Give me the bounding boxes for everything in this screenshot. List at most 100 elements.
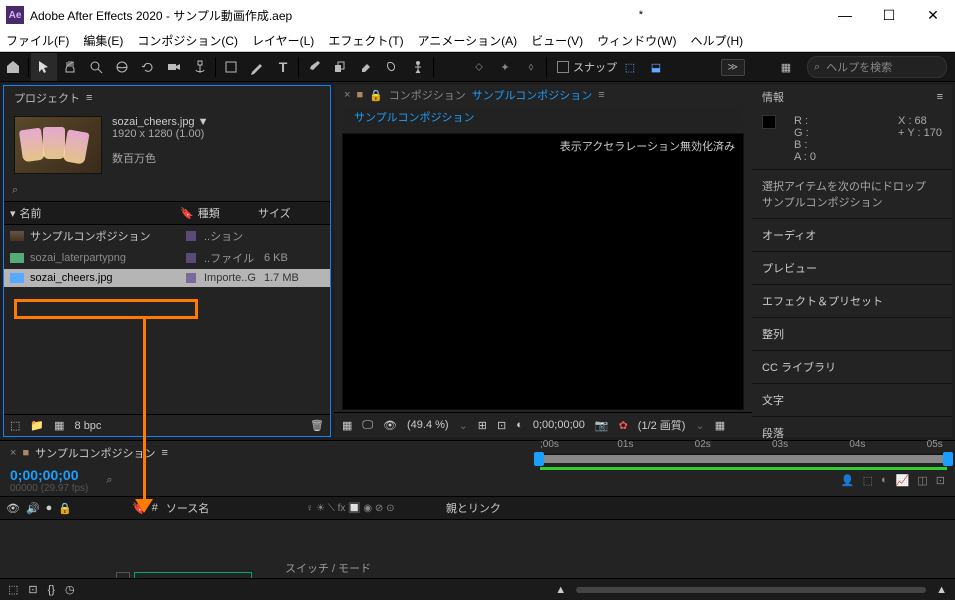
- composition-viewer[interactable]: 表示アクセラレーション無効化済み: [342, 133, 744, 410]
- interpret-icon[interactable]: ⬚: [10, 419, 20, 432]
- snap-options-icon[interactable]: ⬚: [617, 53, 643, 81]
- zoom-tool-icon[interactable]: [83, 53, 109, 81]
- snapshot-icon[interactable]: 📷: [595, 419, 609, 432]
- quality-dropdown[interactable]: (1/2 画質): [638, 417, 686, 433]
- menu-view[interactable]: ビュー(V): [531, 32, 583, 49]
- cclib-panel[interactable]: CC ライブラリ: [752, 351, 952, 384]
- minimize-button[interactable]: —: [823, 0, 867, 30]
- flowchart-tab[interactable]: サンプルコンポジション: [344, 107, 742, 127]
- new-comp-icon[interactable]: ▦: [54, 419, 64, 432]
- maximize-button[interactable]: ☐: [867, 0, 911, 30]
- zoom-in-icon[interactable]: ▲: [936, 584, 947, 596]
- project-item[interactable]: sozai_laterpartypng ..ファイル 6 KB: [4, 247, 330, 269]
- time-ruler[interactable]: ;00s 01s 02s 03s 04s 05s: [540, 439, 947, 455]
- video-col-icon[interactable]: 👁: [6, 502, 20, 515]
- comp-name-link[interactable]: サンプルコンポジション: [472, 87, 592, 103]
- panel-menu-icon[interactable]: ≡: [86, 92, 91, 104]
- solo-col-icon[interactable]: ●: [46, 502, 53, 515]
- eraser-tool-icon[interactable]: [353, 53, 379, 81]
- toolbar-overflow[interactable]: ≫: [721, 59, 745, 76]
- snap-toggle[interactable]: スナップ: [557, 59, 617, 75]
- text-tool-icon[interactable]: T: [270, 53, 296, 81]
- panel-menu-icon[interactable]: ≡: [598, 89, 603, 101]
- bpc-toggle[interactable]: 8 bpc: [75, 420, 102, 432]
- menu-window[interactable]: ウィンドウ(W): [597, 32, 676, 49]
- draft3d-icon[interactable]: ◫: [917, 474, 927, 487]
- close-tab-icon[interactable]: ×: [10, 447, 16, 459]
- audio-col-icon[interactable]: 🔊: [26, 502, 40, 515]
- puppet-tool-icon[interactable]: [405, 53, 431, 81]
- workspace-icon[interactable]: ▦: [773, 53, 799, 81]
- resolution-icon[interactable]: 🖵: [362, 419, 373, 432]
- graph-editor-icon[interactable]: 📈: [896, 474, 910, 487]
- lock-col-icon[interactable]: 🔒: [58, 502, 72, 515]
- timeline-tab[interactable]: サンプルコンポジション: [35, 445, 155, 461]
- render-time-icon[interactable]: ◷: [65, 583, 75, 596]
- menu-composition[interactable]: コンポジション(C): [137, 32, 238, 49]
- toggle-in-out-icon[interactable]: {}: [48, 584, 55, 596]
- project-search-icon[interactable]: ⌕: [12, 184, 18, 197]
- grid-icon[interactable]: ⊡: [497, 419, 506, 432]
- hand-tool-icon[interactable]: [57, 53, 83, 81]
- align-panel[interactable]: 整列: [752, 318, 952, 351]
- source-name-col[interactable]: ソース名: [166, 500, 306, 516]
- panel-menu-icon[interactable]: ≡: [937, 91, 942, 103]
- view-axis-icon[interactable]: ⬨: [518, 53, 544, 81]
- menu-help[interactable]: ヘルプ(H): [691, 32, 744, 49]
- frame-blend-icon[interactable]: ⬚: [863, 474, 873, 487]
- safe-zones-icon[interactable]: ⊞: [478, 419, 487, 432]
- menu-file[interactable]: ファイル(F): [6, 32, 69, 49]
- motion-blur-icon[interactable]: ◐: [881, 474, 888, 487]
- brush-tool-icon[interactable]: [301, 53, 327, 81]
- panel-menu-icon[interactable]: ≡: [162, 447, 167, 459]
- zoom-level[interactable]: (49.4 %): [407, 419, 449, 431]
- sort-icon[interactable]: ▾: [10, 207, 16, 220]
- toggle-modes-icon[interactable]: ⊡: [28, 583, 37, 596]
- close-tab-icon[interactable]: ×: [344, 89, 350, 101]
- rectangle-tool-icon[interactable]: [218, 53, 244, 81]
- zoom-out-icon[interactable]: ▲: [555, 584, 566, 596]
- delete-icon[interactable]: 🗑: [310, 419, 324, 432]
- character-panel[interactable]: 文字: [752, 384, 952, 417]
- roto-tool-icon[interactable]: [379, 53, 405, 81]
- timeline-zoom-slider[interactable]: [576, 587, 926, 593]
- folder-icon[interactable]: 📁: [30, 419, 44, 432]
- current-time[interactable]: 0;00;00;00: [533, 419, 585, 431]
- lock-icon[interactable]: 🔒: [369, 89, 383, 102]
- alpha-icon[interactable]: ▦: [342, 419, 352, 432]
- toggle-switches-icon[interactable]: ⬚: [8, 583, 18, 596]
- help-search[interactable]: ⌕ ヘルプを検索: [807, 56, 947, 78]
- color-mgmt-icon[interactable]: ✿: [619, 419, 628, 432]
- label-col-icon[interactable]: 🔖: [132, 502, 146, 515]
- orbit-tool-icon[interactable]: [109, 53, 135, 81]
- local-axis-icon[interactable]: ⬦: [466, 53, 492, 81]
- menu-effect[interactable]: エフェクト(T): [328, 32, 403, 49]
- view-layout-icon[interactable]: ▦: [715, 419, 725, 432]
- tl-icon[interactable]: ⊡: [936, 474, 945, 487]
- clone-tool-icon[interactable]: [327, 53, 353, 81]
- menu-animation[interactable]: アニメーション(A): [418, 32, 518, 49]
- effects-panel[interactable]: エフェクト＆プリセット: [752, 285, 952, 318]
- preview-panel[interactable]: プレビュー: [752, 252, 952, 285]
- mask-icon[interactable]: 👁: [383, 419, 397, 432]
- selection-tool-icon[interactable]: [31, 53, 57, 81]
- menu-edit[interactable]: 編集(E): [83, 32, 123, 49]
- world-axis-icon[interactable]: ✦: [492, 53, 518, 81]
- project-item[interactable]: サンプルコンポジション ..ション: [4, 225, 330, 247]
- asset-filename[interactable]: sozai_cheers.jpg ▼: [112, 116, 209, 128]
- home-icon[interactable]: [0, 53, 26, 81]
- work-area-bar[interactable]: [540, 455, 947, 463]
- camera-tool-icon[interactable]: [161, 53, 187, 81]
- timeline-search-icon[interactable]: ⌕: [106, 474, 112, 487]
- pen-tool-icon[interactable]: [244, 53, 270, 81]
- menu-layer[interactable]: レイヤー(L): [252, 32, 314, 49]
- close-button[interactable]: ✕: [911, 0, 955, 30]
- rotate-tool-icon[interactable]: [135, 53, 161, 81]
- switch-mode-toggle[interactable]: スイッチ / モード: [285, 560, 371, 576]
- timeline-timecode[interactable]: 0;00;00;00: [10, 467, 88, 483]
- snap-edge-icon[interactable]: ⬓: [643, 53, 669, 81]
- audio-panel[interactable]: オーディオ: [752, 219, 952, 252]
- shy-icon[interactable]: 👤: [841, 474, 855, 487]
- project-item-selected[interactable]: sozai_cheers.jpg Importe..G 1.7 MB: [4, 269, 330, 287]
- anchor-tool-icon[interactable]: [187, 53, 213, 81]
